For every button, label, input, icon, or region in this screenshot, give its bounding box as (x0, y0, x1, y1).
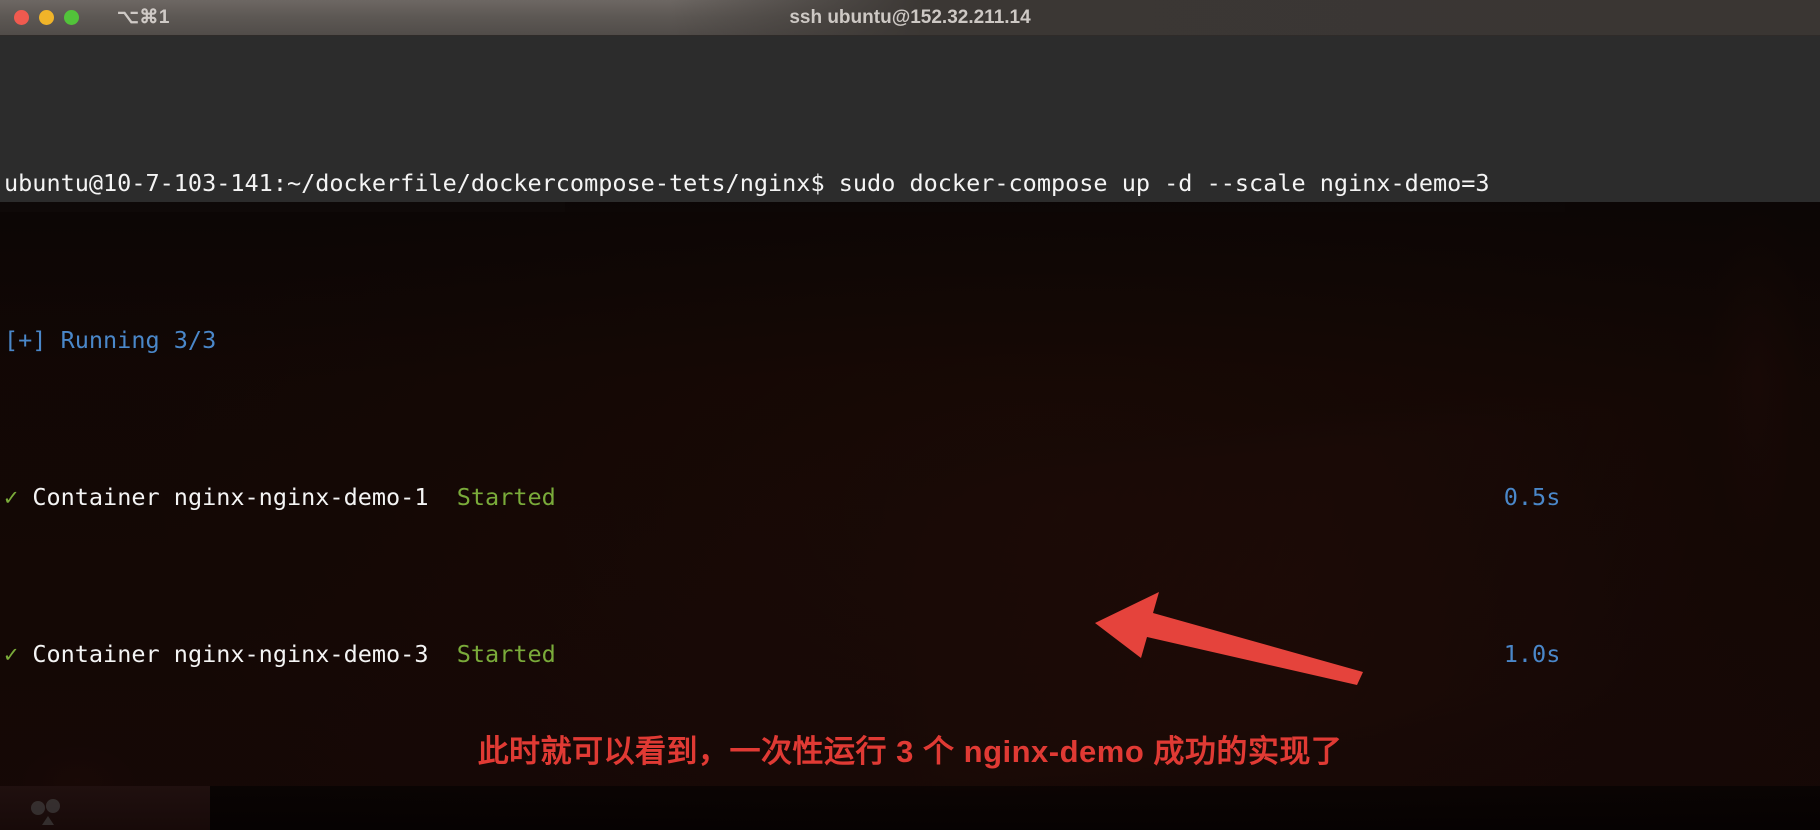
command-text: sudo docker-compose up -d --scale nginx-… (838, 168, 1490, 197)
annotation-text: 此时就可以看到，一次性运行 3 个 nginx-demo 成功的实现了 (477, 734, 1343, 769)
container-label: Container nginx-nginx-demo-3 (32, 639, 429, 668)
screen: ⌥⌘1 ssh ubuntu@152.32.211.14 ubuntu@10-7… (0, 0, 1820, 830)
container-time: 0.5s (1503, 482, 1561, 511)
terminal-output[interactable]: ubuntu@10-7-103-141:~/dockerfile/dockerc… (0, 40, 1820, 786)
check-icon: ✓ (4, 639, 19, 668)
window-title: ssh ubuntu@152.32.211.14 (789, 7, 1031, 28)
container-label: Container nginx-nginx-demo-1 (32, 482, 429, 511)
container-status: Started (456, 639, 556, 668)
container-status: Started (456, 482, 556, 511)
terminal-line-container-3: ✓ Container nginx-nginx-demo-3 Started 1… (4, 639, 1820, 670)
running-header-text: [+] Running 3/3 (4, 325, 217, 354)
terminal-line-container-1: ✓ Container nginx-nginx-demo-1 Started 0… (4, 482, 1820, 513)
shell-prompt: ubuntu@10-7-103-141:~/dockerfile/dockerc… (4, 168, 839, 197)
terminal-line-command-up: ubuntu@10-7-103-141:~/dockerfile/dockerc… (4, 168, 1820, 199)
terminal-line-running-header: [+] Running 3/3 (4, 325, 1820, 356)
terminal-body[interactable]: ubuntu@10-7-103-141:~/dockerfile/dockerc… (0, 36, 1820, 786)
check-icon: ✓ (4, 482, 19, 511)
terminal-window[interactable]: ⌥⌘1 ssh ubuntu@152.32.211.14 ubuntu@10-7… (0, 0, 1820, 786)
titlebar[interactable]: ⌥⌘1 ssh ubuntu@152.32.211.14 (0, 0, 1820, 36)
dock-bar[interactable] (0, 786, 1820, 830)
container-time: 1.0s (1503, 639, 1561, 668)
dock-app-icon[interactable] (26, 788, 66, 828)
